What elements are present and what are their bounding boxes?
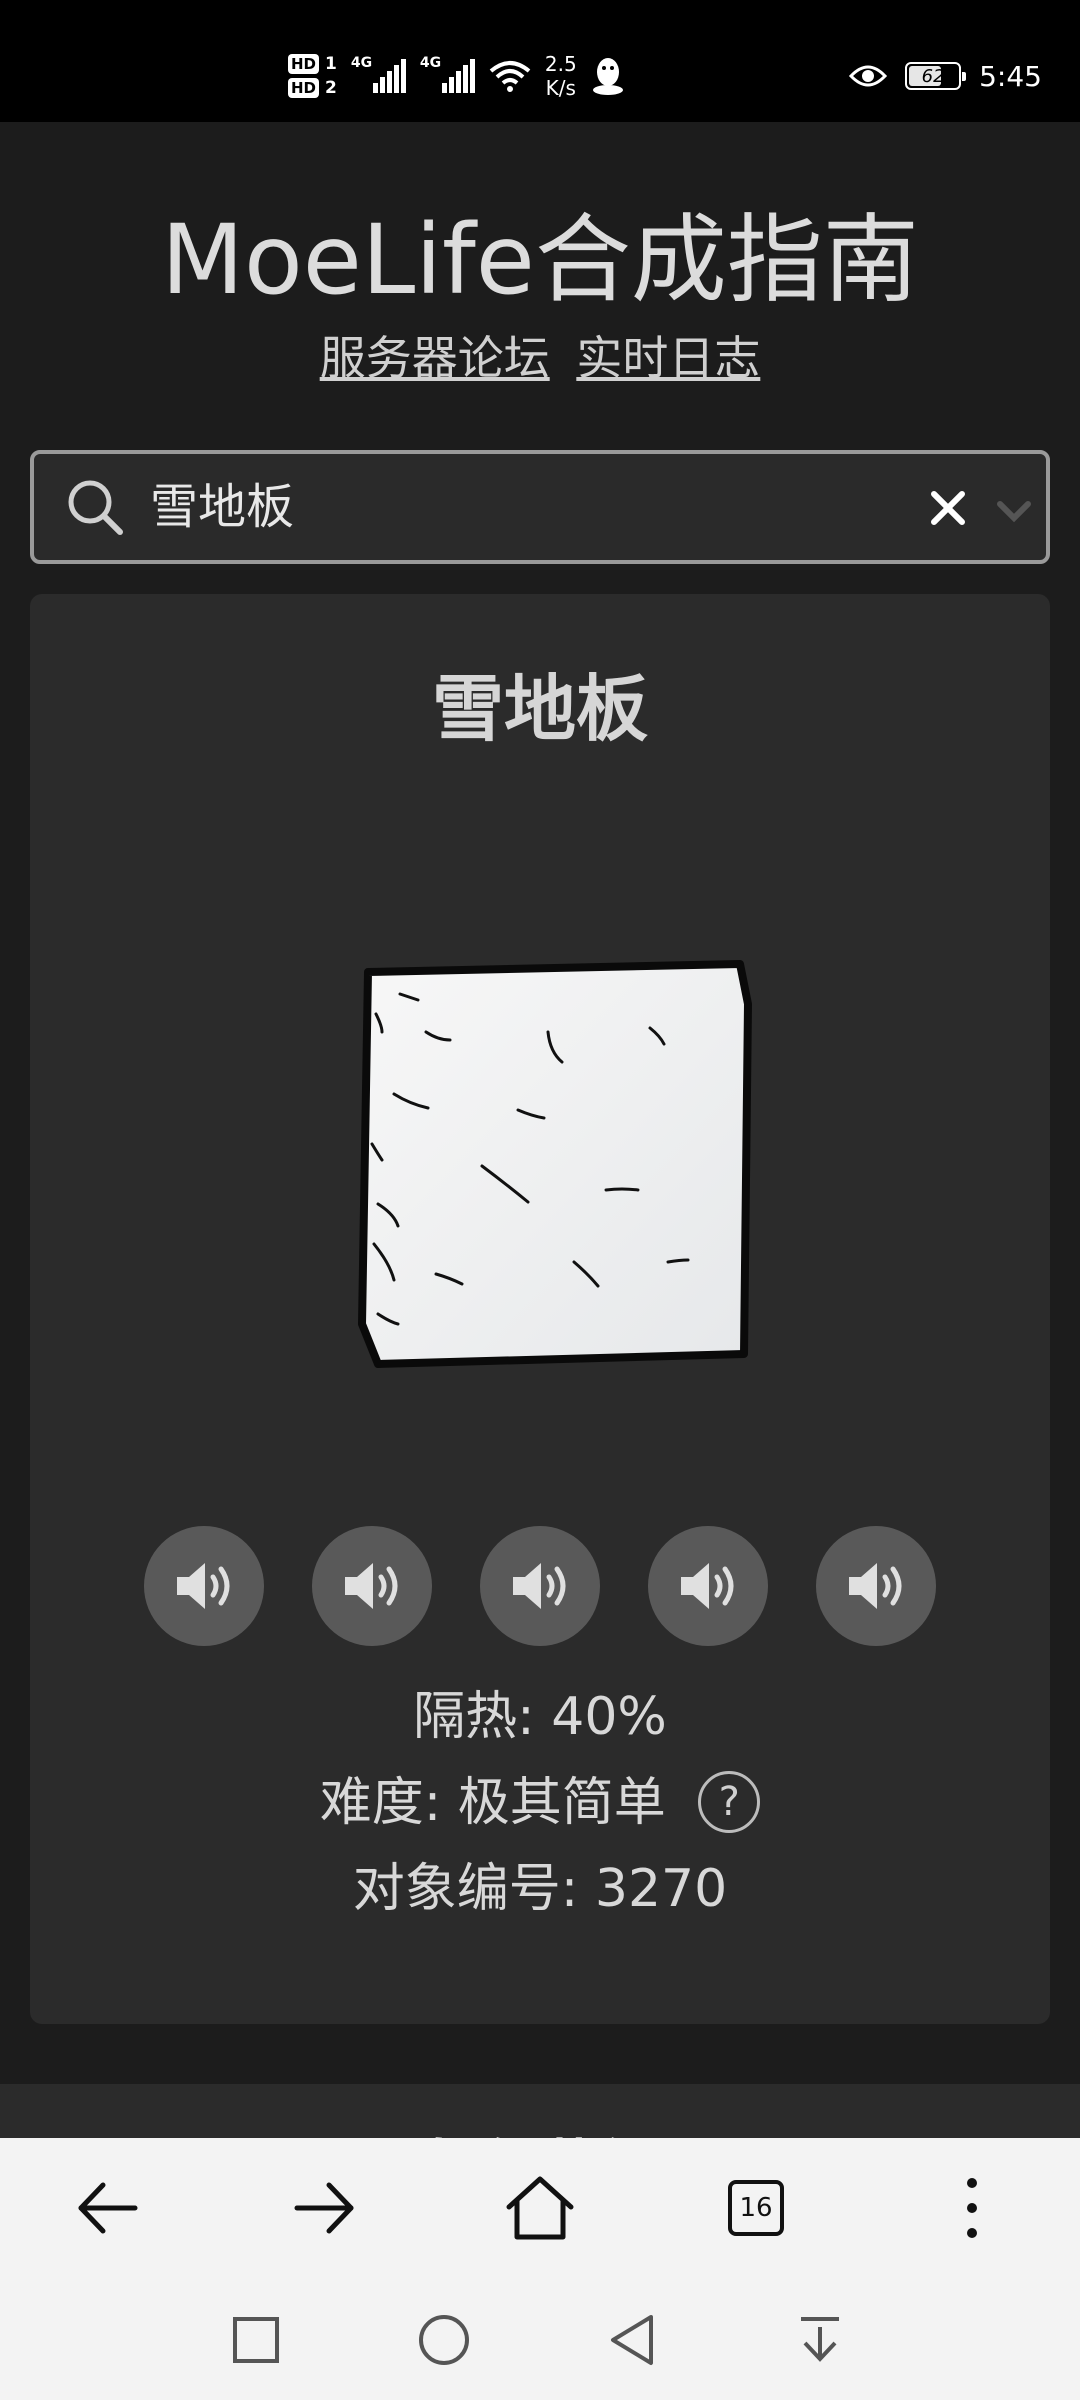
chevron-down-icon[interactable] xyxy=(992,488,1036,532)
status-time: 5:45 xyxy=(979,59,1042,93)
sound-button-1[interactable] xyxy=(144,1526,264,1646)
difficulty-info: 难度: 极其简单 ? xyxy=(30,1768,1050,1838)
eye-comfort-icon xyxy=(849,65,888,87)
object-id-label: 对象编号: xyxy=(352,1859,579,1919)
home-button[interactable] xyxy=(500,2168,580,2248)
difficulty-value: 极其简单 xyxy=(457,1773,666,1833)
object-id-info: 对象编号: 3270 xyxy=(30,1854,1050,1924)
network-type-2: 4G xyxy=(419,55,442,71)
pull-down-icon xyxy=(801,2317,839,2362)
search-icon xyxy=(68,480,123,535)
battery-level: 62 xyxy=(921,65,945,87)
speaker-icon xyxy=(849,1563,902,1609)
insulation-label: 隔热: xyxy=(413,1687,535,1747)
item-card: 雪地板 隔热: 40% 难度: 极其简单 ? 对象编号: 3270 xyxy=(30,594,1050,2024)
arrow-left-icon xyxy=(78,2182,138,2234)
speaker-icon xyxy=(345,1563,398,1609)
difficulty-help-button[interactable]: ? xyxy=(698,1771,761,1833)
search-box[interactable]: 雪地板 xyxy=(30,450,1050,564)
insulation-info: 隔热: 40% xyxy=(30,1682,1050,1752)
back-button[interactable] xyxy=(68,2168,148,2248)
square-icon xyxy=(233,2317,279,2363)
hd1-badge: HD xyxy=(288,54,320,74)
status-right: 62 5:45 xyxy=(849,44,1042,108)
signal-1-icon: 4G xyxy=(351,55,406,93)
clear-icon[interactable] xyxy=(924,484,972,532)
site-title: MoeLife合成指南 xyxy=(161,204,919,316)
speaker-icon xyxy=(177,1563,230,1609)
sound-buttons xyxy=(30,1526,1050,1646)
home-nav-button[interactable] xyxy=(412,2308,476,2372)
difficulty-label: 难度: xyxy=(319,1773,442,1833)
status-bar: HD 1 HD 2 4G 4G 2.5 K/s 62 5:45 xyxy=(0,0,1080,122)
live-log-link[interactable]: 实时日志 xyxy=(576,331,760,385)
recents-button[interactable] xyxy=(224,2308,288,2372)
item-name: 雪地板 xyxy=(431,667,648,751)
insulation-value: 40% xyxy=(551,1687,667,1747)
triangle-back-icon xyxy=(611,2315,653,2365)
signal-2-icon: 4G xyxy=(420,55,475,93)
forward-button[interactable] xyxy=(284,2168,364,2248)
search-input[interactable]: 雪地板 xyxy=(150,454,294,560)
qq-icon xyxy=(592,58,623,95)
wifi-icon xyxy=(489,61,531,92)
hd2-number: 2 xyxy=(325,78,337,98)
snow-floor-image xyxy=(358,960,752,1368)
browser-toolbar: 16 xyxy=(0,2138,1080,2278)
notification-pull-button[interactable] xyxy=(788,2308,852,2372)
back-nav-button[interactable] xyxy=(600,2308,664,2372)
hd1-number: 1 xyxy=(325,54,337,74)
more-vert-icon xyxy=(967,2178,977,2238)
speaker-icon xyxy=(513,1563,566,1609)
hd2-badge: HD xyxy=(288,78,320,98)
how-to-get-section: 如何获得 xyxy=(0,2084,1080,2144)
system-nav-bar xyxy=(0,2278,1080,2400)
home-icon xyxy=(506,2176,574,2240)
sound-button-2[interactable] xyxy=(312,1526,432,1646)
object-id-value: 3270 xyxy=(594,1859,728,1919)
tabs-button[interactable]: 16 xyxy=(716,2168,796,2248)
battery-icon: 62 xyxy=(905,62,967,90)
tab-count: 16 xyxy=(728,2180,784,2236)
sound-button-4[interactable] xyxy=(648,1526,768,1646)
network-speed: 2.5 K/s xyxy=(544,52,577,100)
hd-indicators: HD 1 HD 2 xyxy=(288,54,337,98)
circle-icon xyxy=(419,2315,469,2365)
sound-button-5[interactable] xyxy=(816,1526,936,1646)
arrow-right-icon xyxy=(294,2182,354,2234)
forum-link[interactable]: 服务器论坛 xyxy=(320,331,550,385)
menu-button[interactable] xyxy=(932,2168,1012,2248)
sound-button-3[interactable] xyxy=(480,1526,600,1646)
status-left: HD 1 HD 2 4G 4G 2.5 K/s xyxy=(288,44,625,108)
header-links: 服务器论坛 实时日志 xyxy=(0,328,1080,388)
network-type-1: 4G xyxy=(350,55,373,71)
speaker-icon xyxy=(681,1563,734,1609)
